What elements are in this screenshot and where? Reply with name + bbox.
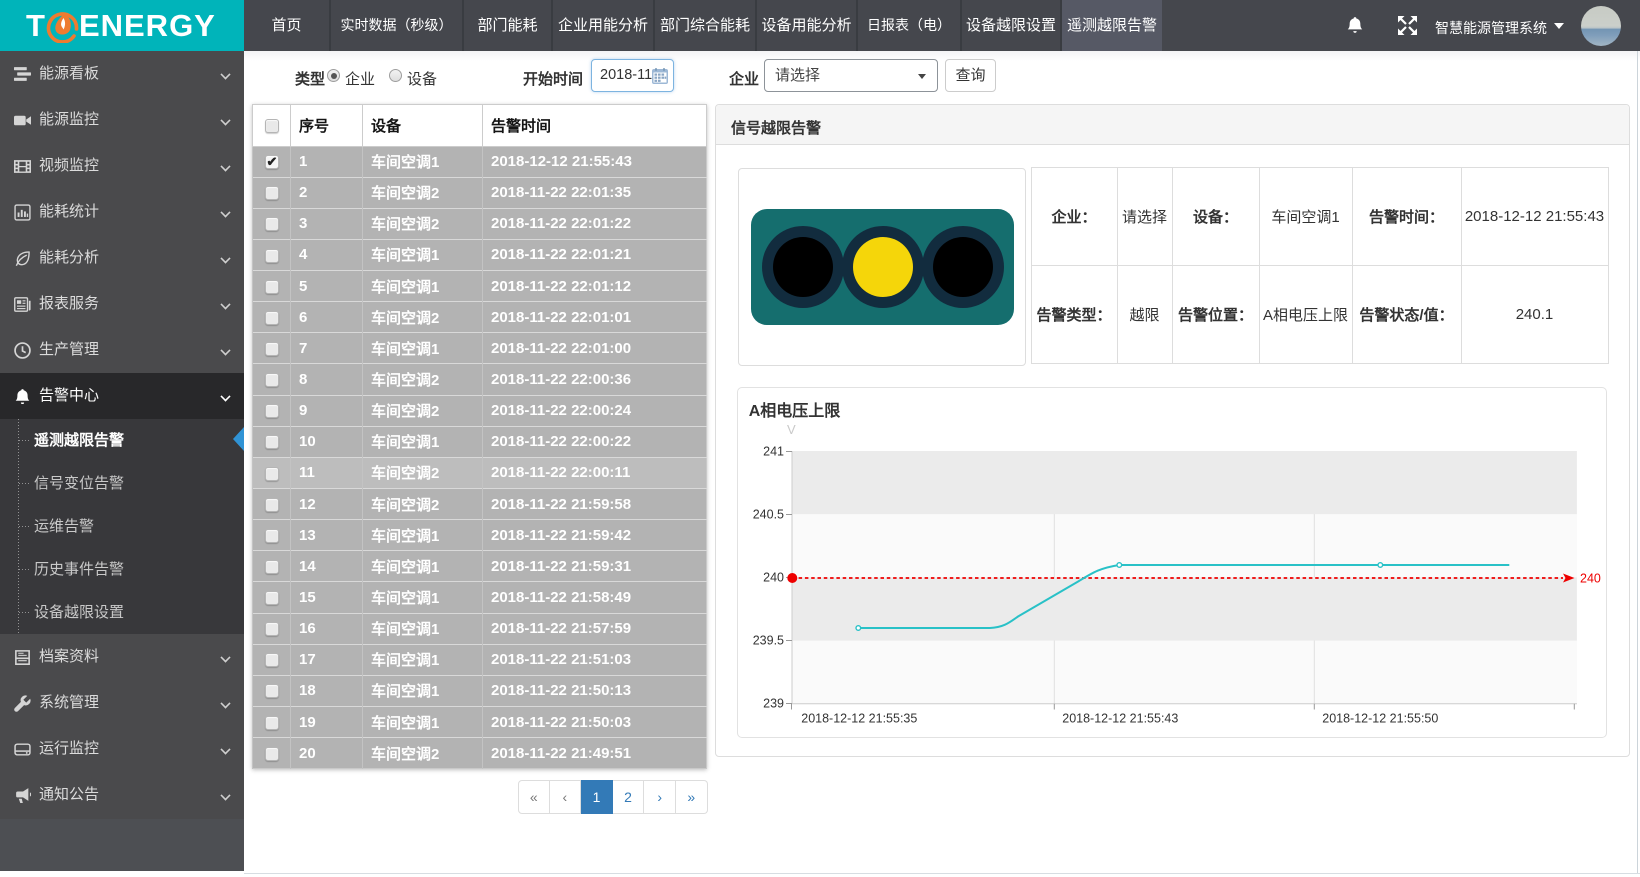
svg-text:241: 241 bbox=[763, 445, 784, 459]
svg-text:239: 239 bbox=[763, 697, 784, 711]
svg-text:2018-12-12 21:55:50: 2018-12-12 21:55:50 bbox=[1322, 712, 1438, 726]
svg-text:2018-12-12 21:55:43: 2018-12-12 21:55:43 bbox=[1062, 712, 1178, 726]
svg-text:240.5: 240.5 bbox=[752, 508, 783, 522]
svg-text:240: 240 bbox=[1580, 572, 1601, 586]
svg-text:239.5: 239.5 bbox=[752, 634, 783, 648]
svg-text:2018-12-12 21:55:35: 2018-12-12 21:55:35 bbox=[801, 712, 917, 726]
svg-text:240: 240 bbox=[763, 571, 784, 585]
svg-text:V: V bbox=[787, 422, 796, 437]
